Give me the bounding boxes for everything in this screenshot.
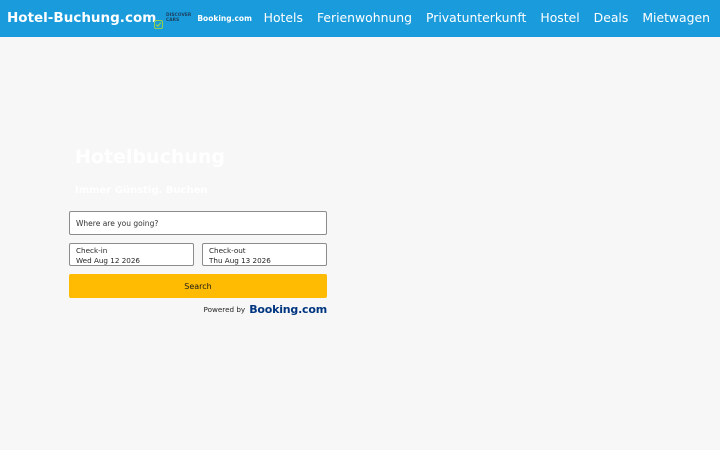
- destination-input[interactable]: [69, 211, 327, 235]
- booking-logo-word: Booking: [249, 303, 299, 316]
- top-navigation-bar: Hotel-Buchung.com DISCOVER CARS Booking.…: [0, 0, 720, 37]
- nav-hostel[interactable]: Hostel: [540, 10, 579, 26]
- powered-by-text: Powered by: [203, 305, 246, 314]
- hero-title: Hotelbuchung: [75, 146, 226, 168]
- nav-mietwagen[interactable]: Mietwagen: [642, 10, 710, 26]
- site-logo-text[interactable]: Hotel-Buchung.com: [7, 10, 156, 26]
- main-nav: Hotels Ferienwohnung Privatunterkunft Ho…: [250, 10, 710, 26]
- powered-by-booking: Powered by Booking.com: [203, 303, 328, 316]
- checkout-date-field[interactable]: Check-out Thu Aug 13 2026: [202, 243, 327, 266]
- checkmark-icon: [154, 14, 163, 29]
- hero-subtitle: Immer Günstig. Buchen: [75, 185, 208, 196]
- checkin-date-field[interactable]: Check-in Wed Aug 12 2026: [69, 243, 194, 266]
- booking-partner-word: Booking: [197, 13, 232, 23]
- discover-cars-line2: CARS: [166, 18, 180, 23]
- discover-cars-logo: DISCOVER CARS: [154, 13, 191, 29]
- checkout-label: Check-out: [209, 246, 246, 255]
- checkin-value: Wed Aug 12 2026: [76, 255, 140, 265]
- partner-logos: DISCOVER CARS Booking.com: [154, 11, 252, 29]
- booking-logo: Booking.com: [249, 303, 327, 316]
- nav-privatunterkunft[interactable]: Privatunterkunft: [426, 10, 526, 26]
- nav-hotels[interactable]: Hotels: [264, 10, 303, 26]
- booking-logo-suffix: .com: [298, 303, 327, 316]
- checkout-value: Thu Aug 13 2026: [209, 255, 271, 265]
- booking-partner-logo: Booking.com: [197, 14, 252, 23]
- nav-deals[interactable]: Deals: [594, 10, 629, 26]
- checkin-label: Check-in: [76, 246, 108, 255]
- nav-ferienwohnung[interactable]: Ferienwohnung: [317, 10, 412, 26]
- search-button[interactable]: Search: [69, 274, 327, 298]
